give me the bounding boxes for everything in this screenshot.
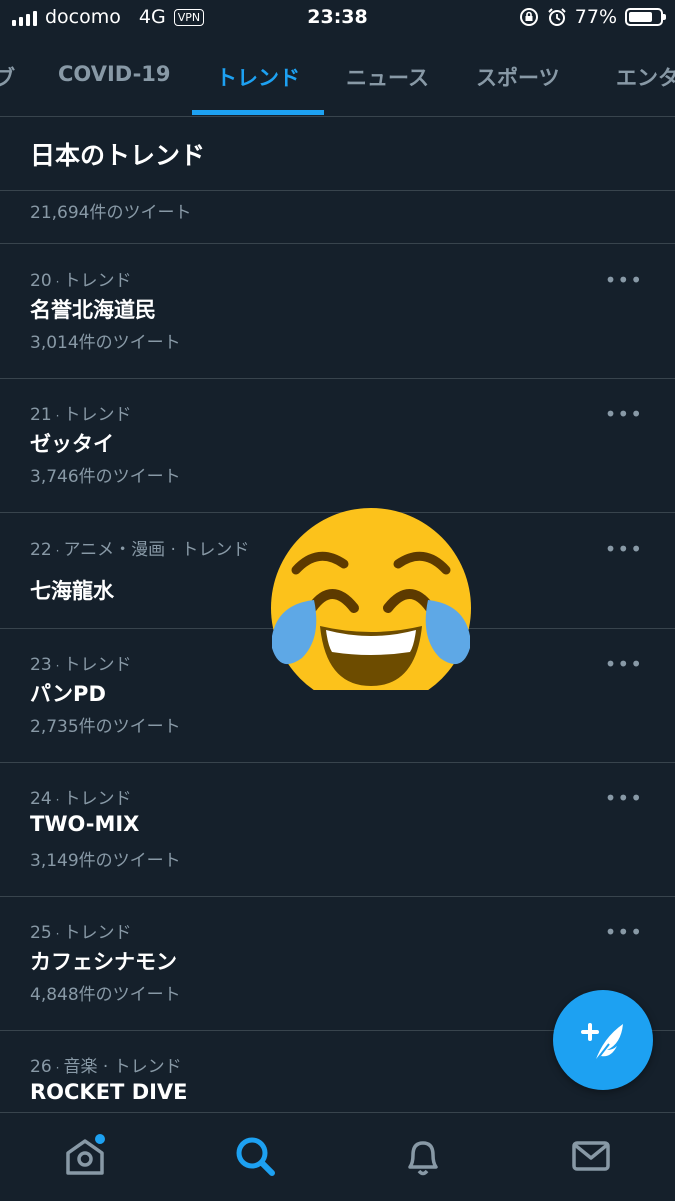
trend-meta: 20 · トレンド	[30, 271, 132, 291]
mail-icon	[572, 1141, 610, 1171]
divider	[0, 378, 675, 379]
trend-meta: 23 · トレンド	[30, 655, 132, 675]
nav-messages[interactable]	[566, 1131, 616, 1181]
trend-tweet-count: 2,735件のツイート	[30, 717, 181, 737]
explore-tabs: ブ COVID-19 トレンド ニュース スポーツ エンタ	[0, 42, 675, 117]
search-icon	[236, 1137, 275, 1176]
home-icon	[66, 1134, 105, 1175]
trend-tweet-count: 3,149件のツイート	[30, 851, 181, 871]
tab-covid19[interactable]: COVID-19	[58, 62, 171, 86]
nav-notifications[interactable]	[398, 1131, 448, 1181]
divider	[0, 896, 675, 897]
trend-meta: 21 · トレンド	[30, 405, 132, 425]
tab-trends[interactable]: トレンド	[216, 62, 300, 92]
trend-tweet-count: 3,014件のツイート	[30, 333, 181, 353]
trend-name: 七海龍水	[30, 579, 114, 603]
bottom-navigation	[0, 1112, 675, 1201]
trend-tweet-count: 4,848件のツイート	[30, 985, 181, 1005]
more-options-icon[interactable]: •••	[605, 268, 643, 292]
trend-name: ROCKET DIVE	[30, 1080, 188, 1104]
trend-name: パンPD	[30, 682, 106, 706]
more-options-icon[interactable]: •••	[605, 786, 643, 810]
trend-meta: 24 · トレンド	[30, 789, 132, 809]
divider	[0, 243, 675, 244]
trend-name: 名誉北海道民	[30, 298, 156, 322]
alarm-icon	[548, 8, 566, 26]
compose-feather-icon	[581, 1023, 623, 1063]
trend-meta: 26 · 音楽 · トレンド	[30, 1057, 182, 1077]
more-options-icon[interactable]: •••	[605, 920, 643, 944]
tab-news[interactable]: ニュース	[346, 62, 429, 92]
trend-meta: 22 · アニメ・漫画 · トレンド	[30, 540, 250, 560]
more-options-icon[interactable]: •••	[605, 402, 643, 426]
orientation-lock-icon	[519, 8, 538, 26]
bell-icon	[408, 1141, 438, 1176]
trend-meta: 25 · トレンド	[30, 923, 132, 943]
tab-previous-partial[interactable]: ブ	[0, 62, 15, 92]
trend-name: カフェシナモン	[30, 950, 177, 974]
trend-name: TWO-MIX	[30, 812, 140, 836]
battery-fill	[629, 12, 653, 22]
trend-tweet-count: 3,746件のツイート	[30, 467, 181, 487]
battery-percent: 77%	[574, 6, 617, 28]
divider	[0, 190, 675, 191]
divider	[0, 762, 675, 763]
face-with-tears-of-joy-icon	[271, 508, 471, 690]
nav-home[interactable]	[60, 1131, 110, 1181]
status-right: 77%	[519, 6, 666, 28]
tab-sports[interactable]: スポーツ	[476, 62, 560, 92]
more-options-icon[interactable]: •••	[605, 652, 643, 676]
active-tab-indicator	[192, 110, 324, 115]
tab-entertainment[interactable]: エンタ	[616, 62, 675, 92]
battery-icon	[625, 8, 666, 26]
more-options-icon[interactable]: •••	[605, 537, 643, 561]
page-title: 日本のトレンド	[30, 141, 206, 170]
nav-search[interactable]	[230, 1131, 280, 1181]
trend-name: ゼッタイ	[30, 432, 114, 456]
partial-row-tweet-count[interactable]: 21,694件のツイート	[30, 198, 191, 223]
compose-tweet-button[interactable]	[553, 990, 653, 1090]
status-bar: docomo 4G VPN 23:38 77%	[0, 0, 675, 38]
